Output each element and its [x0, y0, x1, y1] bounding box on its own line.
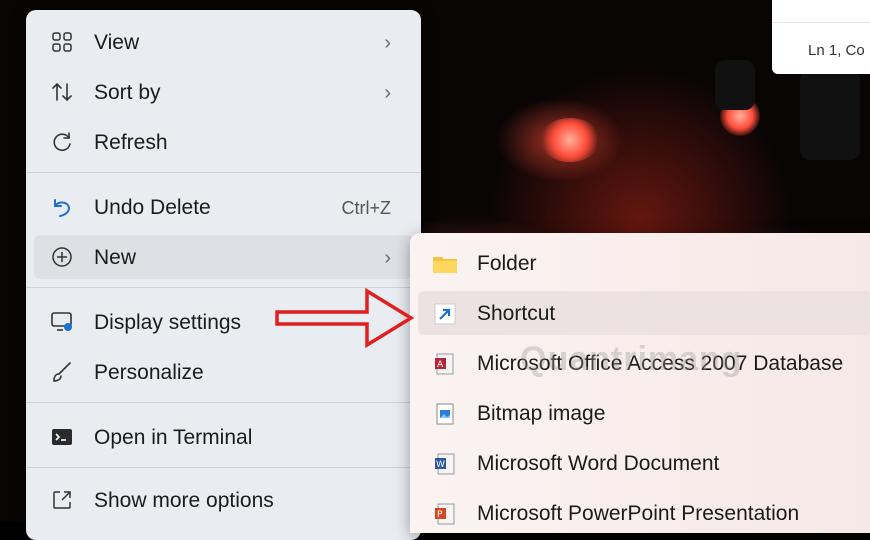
undo-icon — [50, 195, 74, 219]
menu-item-refresh[interactable]: Refresh — [34, 120, 413, 164]
menu-separator — [26, 467, 421, 468]
word-icon: W — [432, 451, 458, 477]
desktop-context-menu: View › Sort by › Refresh Undo Delete Ctr… — [26, 10, 421, 540]
chevron-right-icon: › — [384, 32, 391, 54]
chevron-right-icon: › — [384, 247, 391, 269]
notepad-status-strip: Ln 1, Co — [772, 0, 870, 74]
submenu-item-powerpoint-presentation[interactable]: P Microsoft PowerPoint Presentation — [418, 491, 870, 535]
more-options-icon — [50, 488, 74, 512]
bitmap-icon — [432, 401, 458, 427]
brush-icon — [50, 360, 74, 384]
svg-text:A: A — [437, 360, 444, 370]
sort-arrows-icon — [50, 80, 74, 104]
cursor-position: Ln 1, Co — [808, 42, 865, 59]
menu-separator — [26, 402, 421, 403]
new-submenu: Folder Shortcut A Microsoft Office Acces… — [410, 233, 870, 533]
submenu-item-bitmap-image[interactable]: Bitmap image — [418, 391, 870, 435]
svg-text:W: W — [436, 460, 445, 470]
menu-separator — [26, 172, 421, 173]
menu-item-view[interactable]: View › — [34, 20, 413, 64]
submenu-item-word-document[interactable]: W Microsoft Word Document — [418, 441, 870, 485]
plus-circle-icon — [50, 245, 74, 269]
menu-item-open-in-terminal[interactable]: Open in Terminal — [34, 415, 413, 459]
view-grid-icon — [50, 30, 74, 54]
stage-light — [540, 118, 600, 162]
menu-item-personalize[interactable]: Personalize — [34, 350, 413, 394]
display-icon — [50, 310, 74, 334]
menu-item-undo-delete[interactable]: Undo Delete Ctrl+Z — [34, 185, 413, 229]
powerpoint-icon: P — [432, 501, 458, 527]
shortcut-hint: Ctrl+Z — [341, 198, 392, 218]
svg-text:P: P — [437, 510, 443, 520]
stage-lamp — [800, 70, 860, 160]
submenu-item-folder[interactable]: Folder — [418, 241, 870, 285]
stage-lamp — [715, 60, 755, 110]
chevron-right-icon: › — [384, 82, 391, 104]
access-icon: A — [432, 351, 458, 377]
terminal-icon — [50, 425, 74, 449]
shortcut-icon — [432, 301, 458, 327]
menu-item-show-more-options[interactable]: Show more options — [34, 478, 413, 522]
menu-item-sort-by[interactable]: Sort by › — [34, 70, 413, 114]
submenu-item-shortcut[interactable]: Shortcut — [418, 291, 870, 335]
refresh-icon — [50, 130, 74, 154]
folder-icon — [432, 251, 458, 277]
watermark: Quantrimang — [520, 340, 743, 378]
annotation-arrow — [275, 287, 415, 349]
menu-item-new[interactable]: New › — [34, 235, 413, 279]
